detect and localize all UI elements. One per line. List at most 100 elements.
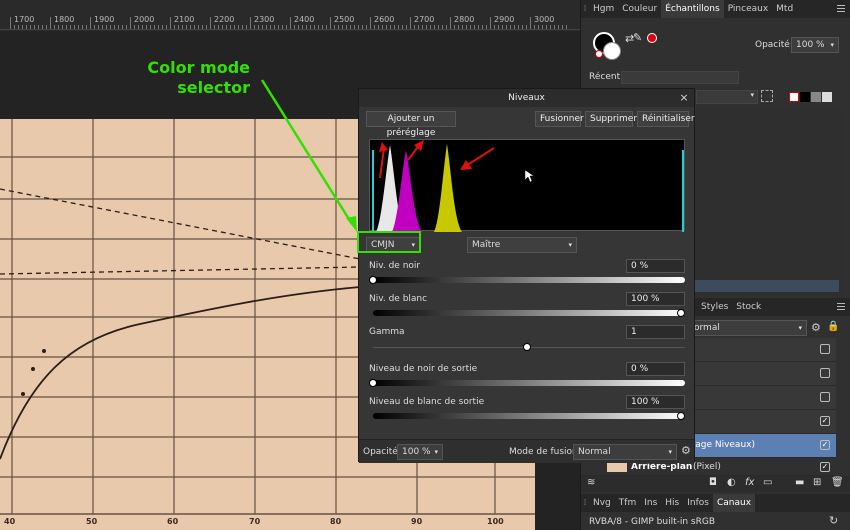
ruler-tick <box>402 25 403 29</box>
ruler-tick <box>94 25 95 29</box>
layer-visibility-checkbox[interactable] <box>820 392 830 402</box>
ruler-tick <box>254 25 255 29</box>
ruler-tick <box>378 25 379 29</box>
tab-his[interactable]: His <box>661 494 683 512</box>
layer-visibility-checkbox[interactable] <box>820 368 830 378</box>
gear-icon[interactable]: ⚙ <box>811 321 821 334</box>
swatch-none[interactable] <box>789 92 799 102</box>
add-layer-icon[interactable]: ⊞ <box>813 477 821 488</box>
output-white-field[interactable]: 100 % <box>626 395 685 409</box>
ruler-tick <box>250 17 251 29</box>
ruler-tick <box>394 25 395 29</box>
swatch-gray[interactable] <box>811 92 821 102</box>
adjustment-icon[interactable]: ◐ <box>727 477 736 488</box>
layer-visibility-checkbox[interactable]: ✓ <box>820 416 830 426</box>
tab-tfm[interactable]: Tfm <box>615 494 640 512</box>
no-color-icon[interactable] <box>595 50 603 58</box>
dialog-footer: Opacité: 100 % ▾ Mode de fusion: Normal … <box>359 439 694 463</box>
fx-icon[interactable]: fx <box>745 477 754 488</box>
dialog-titlebar[interactable]: Niveaux × <box>359 89 694 107</box>
layer-visibility-checkbox[interactable]: ✓ <box>820 462 830 472</box>
refresh-icon[interactable]: ↻ <box>829 514 838 527</box>
tab-mtd[interactable]: Mtd <box>772 0 797 18</box>
swatches-scrollbar[interactable] <box>691 280 839 292</box>
dialog-opacity-label: Opacité: <box>363 447 401 457</box>
swatch-black[interactable] <box>800 92 810 102</box>
annotation-line-2: selector <box>177 78 250 97</box>
ruler-tick <box>170 17 171 29</box>
live-filter-icon[interactable]: ▭ <box>763 477 772 488</box>
reset-button[interactable]: Réinitialiser <box>637 111 695 127</box>
black-level-slider[interactable] <box>373 277 685 283</box>
panel-menu-icon[interactable] <box>837 5 845 12</box>
ruler-tick <box>290 17 291 29</box>
output-white-knob[interactable] <box>677 412 685 420</box>
output-black-knob[interactable] <box>369 379 377 387</box>
ruler-tick <box>458 25 459 29</box>
levels-dialog: Niveaux × Ajouter un préréglage Fusionne… <box>358 88 695 463</box>
ruler-tick <box>234 25 235 29</box>
output-white-slider[interactable] <box>373 413 685 419</box>
lock-icon[interactable]: 🔒 <box>827 321 839 332</box>
chevron-down-icon: ▾ <box>830 41 834 49</box>
output-black-field[interactable]: 0 % <box>626 362 685 376</box>
secondary-color-well[interactable] <box>603 42 621 60</box>
tab-pinceaux[interactable]: Pinceaux <box>724 0 772 18</box>
add-preset-button[interactable]: Ajouter un préréglage <box>366 111 456 138</box>
panel-menu-icon[interactable] <box>837 303 845 310</box>
layer-visibility-checkbox[interactable] <box>820 344 830 354</box>
layers-stack-icon[interactable]: ≋ <box>587 477 595 488</box>
palette-dropdown[interactable]: ▾ <box>696 90 758 104</box>
delete-button[interactable]: Supprimer <box>585 111 637 127</box>
ruler-tick <box>206 25 207 29</box>
tab-couleur[interactable]: Couleur <box>618 0 661 18</box>
swatches-tabs: ⁞ Hgm Couleur Échantillons Pinceaux Mtd <box>581 0 850 18</box>
palette-grid-icon[interactable] <box>761 90 773 102</box>
black-level-knob[interactable] <box>369 276 377 284</box>
ruler-tick <box>366 25 367 29</box>
recent-swatches[interactable] <box>621 71 739 84</box>
swatch-white[interactable] <box>822 92 832 102</box>
gamma-knob[interactable] <box>523 343 531 351</box>
opacity-dropdown[interactable]: 100 % ▾ <box>791 37 839 53</box>
ruler-tick <box>82 25 83 29</box>
white-level-field[interactable]: 100 % <box>626 292 685 306</box>
ruler-tick <box>474 25 475 29</box>
tab-stock[interactable]: Stock <box>732 298 765 316</box>
grip-icon[interactable]: ⁞ <box>581 494 589 512</box>
tab-echantillons[interactable]: Échantillons <box>661 0 724 18</box>
tab-canaux[interactable]: Canaux <box>712 494 756 512</box>
ruler-tick <box>410 17 411 29</box>
tab-styles[interactable]: Styles <box>697 298 732 316</box>
dialog-opacity-dropdown[interactable]: 100 % ▾ <box>397 444 443 460</box>
merge-button[interactable]: Fusionner <box>535 111 584 127</box>
ruler-tick <box>434 25 435 29</box>
ruler-label: 1700 <box>14 15 35 24</box>
eyedropper-icon[interactable]: ✎ <box>633 31 642 44</box>
gamma-field[interactable]: 1 <box>626 325 685 339</box>
layer-visibility-checkbox[interactable]: ✓ <box>820 440 830 450</box>
white-level-slider[interactable] <box>373 310 685 316</box>
chevron-down-icon: ▾ <box>434 448 438 456</box>
white-level-knob[interactable] <box>677 309 685 317</box>
color-swatch-red[interactable] <box>647 33 657 43</box>
tab-nvg[interactable]: Nvg <box>589 494 615 512</box>
layer-blend-dropdown[interactable]: ormal ▾ <box>689 320 807 336</box>
ruler-tick <box>486 25 487 29</box>
ruler-tick <box>14 25 15 29</box>
tab-ins[interactable]: Ins <box>640 494 661 512</box>
channel-dropdown[interactable]: Maître ▾ <box>467 237 577 253</box>
gear-icon[interactable]: ⚙ <box>681 444 691 457</box>
output-black-slider[interactable] <box>373 380 685 386</box>
ruler-tick <box>538 25 539 29</box>
tab-infos[interactable]: Infos <box>683 494 713 512</box>
close-icon[interactable]: × <box>678 89 690 107</box>
trash-icon[interactable]: 🗑 <box>831 477 844 488</box>
mask-icon[interactable]: ◘ <box>709 477 717 488</box>
grip-icon[interactable]: ⁞ <box>581 0 589 18</box>
blend-mode-dropdown[interactable]: Normal ▾ <box>573 444 677 460</box>
histogram[interactable] <box>369 139 685 232</box>
tab-hgm[interactable]: Hgm <box>589 0 618 18</box>
folder-icon[interactable]: ▬ <box>795 477 804 488</box>
black-level-field[interactable]: 0 % <box>626 259 685 273</box>
